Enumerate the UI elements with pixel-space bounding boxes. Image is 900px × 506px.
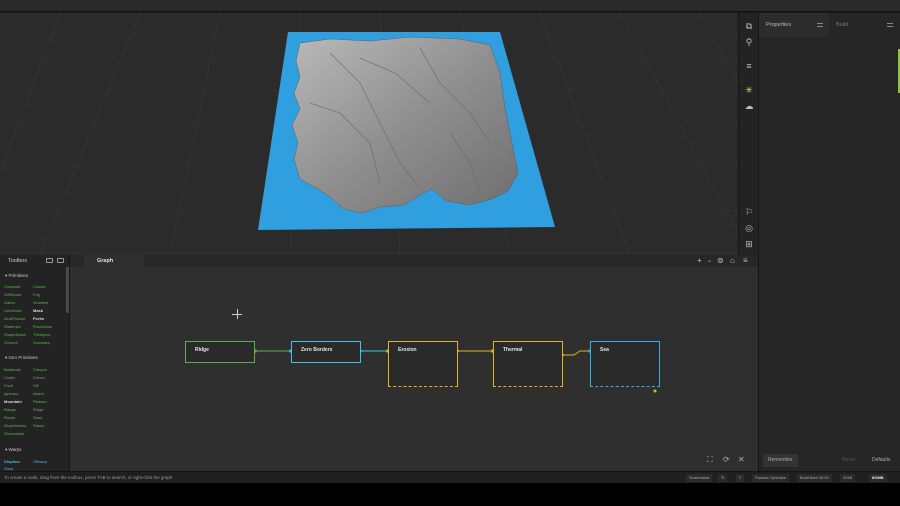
list-item[interactable]: Gradient <box>33 300 48 305</box>
top-menu-bar <box>0 0 900 12</box>
section-primitives[interactable]: ▾ Primitives <box>0 272 66 280</box>
sliders-icon[interactable]: ≡ <box>742 59 756 73</box>
memory-readout: 8GMB <box>869 474 887 482</box>
list-item[interactable]: Ridge <box>33 407 43 412</box>
list-item[interactable]: Hill <box>33 383 39 388</box>
list-item[interactable]: Dunes <box>33 375 45 380</box>
letterbox-bar <box>0 483 900 506</box>
section-warps[interactable]: ▾ Warps <box>0 446 66 454</box>
node-title: Erosion <box>398 347 417 353</box>
viewport-toolbar: ⧉ ⚲ ≡ ✳ ☁ ⚐ ◎ ⊞ <box>738 13 758 255</box>
tab-build[interactable]: Build <box>829 13 899 37</box>
list-item[interactable]: LineNoise <box>4 308 22 313</box>
refresh-icon[interactable]: ⟳ <box>723 455 730 465</box>
list-item[interactable]: Island <box>33 391 44 396</box>
list-item[interactable]: Cracks <box>33 284 45 289</box>
3d-viewport[interactable] <box>0 13 738 255</box>
layers-icon[interactable]: ⧉ <box>742 19 756 33</box>
list-item[interactable]: Gabor <box>4 300 15 305</box>
toolbox-title: Toolbox <box>8 258 27 264</box>
view-toggle-icon[interactable] <box>46 258 53 263</box>
toolbox-scrollbar[interactable] <box>66 267 69 313</box>
list-item[interactable]: Shorelands <box>4 431 24 436</box>
list-item[interactable]: Vorowarp <box>33 340 50 345</box>
section-geo-primitives[interactable]: ▾ Geo Primitives <box>0 354 66 362</box>
passive-optimize-button[interactable]: Passive Optimize <box>752 474 789 482</box>
list-item[interactable]: Offwarp <box>33 459 47 464</box>
camera-icon[interactable]: ⚲ <box>742 35 756 49</box>
node-thermal[interactable]: Thermal <box>493 341 563 387</box>
list-item[interactable]: DriftNoise <box>4 292 22 297</box>
node-sea[interactable]: Sea <box>590 341 660 387</box>
gaea-app-window: ⧉ ⚲ ≡ ✳ ☁ ⚐ ◎ ⊞ Properties Build Remembe… <box>0 0 900 506</box>
collapse-icon[interactable]: ✕ <box>738 455 745 465</box>
node-title: Zero Borders <box>301 347 333 353</box>
menu-icon[interactable] <box>817 23 823 27</box>
node-title: Sea <box>600 347 609 353</box>
build-time-readout: Build time 00:00 <box>797 474 832 482</box>
pen-icon[interactable]: ✎ <box>718 474 728 482</box>
list-item[interactable]: Canyon <box>33 367 47 372</box>
terrain-mesh <box>291 36 519 214</box>
screenshot-button[interactable]: Screenshot <box>686 474 713 482</box>
list-icon[interactable] <box>57 258 64 263</box>
properties-tabs: Properties Build <box>759 13 900 37</box>
list-item[interactable]: Range <box>4 407 16 412</box>
bookmark-icon[interactable]: ⚐ <box>742 205 756 219</box>
node-ridge[interactable]: Ridge <box>185 341 255 363</box>
toolbox-header: Toolbox <box>0 255 69 267</box>
compass-icon[interactable]: ◎ <box>742 221 756 235</box>
list-item[interactable]: Thelepics <box>33 332 50 337</box>
list-item[interactable]: Mask <box>33 308 43 313</box>
properties-panel: Properties Build Remember Reset Defaults <box>758 13 900 471</box>
cloud-icon[interactable]: ☁ <box>742 99 756 113</box>
grid-icon[interactable]: ⊞ <box>742 237 756 251</box>
section-warps-label: Warps <box>8 447 22 452</box>
section-geo-primitives-label: Geo Primitives <box>8 355 38 360</box>
list-item[interactable]: SlopeWaves <box>4 423 26 428</box>
fit-view-icon[interactable]: ⛶ <box>707 455 713 465</box>
node-erosion[interactable]: Erosion <box>388 341 458 387</box>
sun-icon[interactable]: ✳ <box>742 83 756 97</box>
status-bar: To create a node, drag from the toolbox,… <box>0 471 900 483</box>
graph-editor[interactable]: Graph + ⌄ ⊚ ⌂ ≡ Ridge Zero Borders Erosi… <box>70 255 758 471</box>
toolbox-panel: Toolbox ▾ Primitives Constant Cracks Dri… <box>0 255 70 471</box>
node-title: Ridge <box>195 347 209 353</box>
list-icon[interactable]: ≡ <box>736 474 745 482</box>
list-item[interactable]: Igneous <box>4 391 18 396</box>
list-item[interactable]: MultiFractal <box>4 316 25 321</box>
node-zero-borders[interactable]: Zero Borders <box>291 341 361 363</box>
list-item[interactable]: Badlands <box>4 367 21 372</box>
list-item[interactable]: ShapeNoise <box>4 332 26 337</box>
list-item[interactable]: Rasterize <box>4 324 21 329</box>
list-item[interactable]: Plateau <box>33 399 47 404</box>
tab-build-label: Build <box>836 22 849 28</box>
list-item[interactable]: Fault <box>4 383 13 388</box>
list-item[interactable]: Fog <box>33 292 40 297</box>
wire-thermal-sea <box>562 350 590 356</box>
list-item[interactable]: Rocks <box>4 415 15 420</box>
list-item[interactable]: Crater <box>4 375 15 380</box>
menu-icon[interactable] <box>887 23 893 27</box>
defaults-button[interactable]: Defaults <box>867 454 895 467</box>
resolution-selector[interactable]: 2048 <box>840 474 855 482</box>
viewport-scene <box>0 13 738 255</box>
list-item[interactable]: Displace <box>4 459 20 464</box>
list-item[interactable]: RockNoise <box>33 324 52 329</box>
properties-footer: Remember Reset Defaults <box>759 453 900 471</box>
tab-properties-label: Properties <box>766 22 792 28</box>
list-item[interactable]: Voronoi <box>4 340 18 345</box>
list-item[interactable]: Stamp <box>33 423 45 428</box>
tab-properties[interactable]: Properties <box>759 13 829 37</box>
remember-button[interactable]: Remember <box>763 454 798 467</box>
list-item[interactable]: Sand <box>33 415 42 420</box>
section-primitives-label: Primitives <box>8 273 29 278</box>
node-title: Thermal <box>503 347 523 353</box>
reset-button[interactable]: Reset <box>837 454 860 467</box>
list-item[interactable]: Constant <box>4 284 20 289</box>
list-item[interactable]: Mountain <box>4 399 22 404</box>
list-item[interactable]: Perlin <box>33 316 44 321</box>
